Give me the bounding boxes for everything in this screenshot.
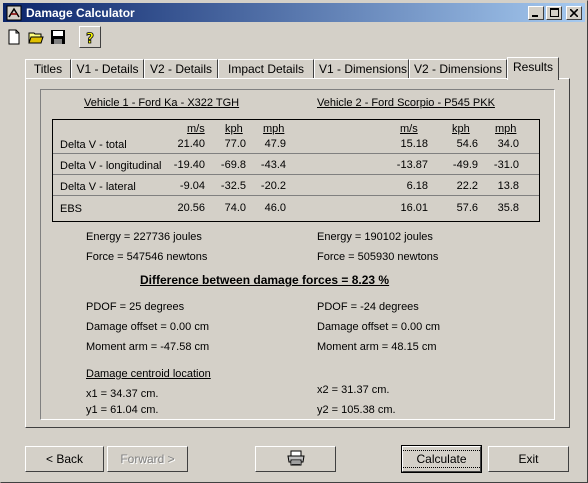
cell-value: 46.0 [264, 202, 286, 214]
minimize-button[interactable] [528, 5, 544, 20]
toolbar: ? [3, 25, 101, 49]
row-label: Delta V - longitudinal [60, 160, 162, 172]
table-row: EBS 20.56 74.0 46.0 16.01 57.6 35.8 [53, 198, 539, 218]
vehicle1-title: Vehicle 1 - Ford Ka - X322 TGH [84, 97, 240, 109]
row-label: EBS [60, 203, 83, 215]
centroid-x2: x2 = 31.37 cm. [317, 384, 390, 396]
table-row: Delta V - longitudinal -19.40 -69.8 -43.… [53, 155, 539, 175]
cell-value: 47.9 [264, 138, 286, 150]
tab-v2-details[interactable]: V2 - Details [144, 59, 218, 79]
cell-value: -19.40 [173, 159, 205, 171]
calculate-button[interactable]: Calculate [401, 445, 482, 473]
cell-value: 35.8 [497, 202, 519, 214]
row-label: Delta V - lateral [60, 181, 136, 193]
centroid-heading: Damage centroid location [86, 368, 211, 380]
v2-moment-arm: Moment arm = 48.15 cm [317, 341, 437, 353]
cell-value: -69.8 [220, 159, 246, 171]
results-panel: Vehicle 1 - Ford Ka - X322 TGH Vehicle 2… [25, 78, 570, 428]
centroid-y2: y2 = 105.38 cm. [317, 404, 396, 416]
forward-button[interactable]: Forward > [107, 446, 188, 472]
save-disk-icon[interactable] [47, 26, 69, 48]
print-button[interactable] [255, 446, 336, 472]
v1-force: Force = 547546 newtons [86, 251, 208, 263]
cell-value: -20.2 [260, 180, 286, 192]
v2-force: Force = 505930 newtons [317, 251, 439, 263]
cell-value: 16.01 [400, 202, 428, 214]
open-folder-icon[interactable] [25, 26, 47, 48]
tab-v2-dimensions[interactable]: V2 - Dimensions [409, 59, 507, 79]
v2-energy: Energy = 190102 joules [317, 231, 433, 243]
cell-value: 77.0 [224, 138, 246, 150]
cell-value: -31.0 [493, 159, 519, 171]
cell-value: 20.56 [177, 202, 205, 214]
window-title: Damage Calculator [26, 5, 135, 20]
tab-results[interactable]: Results [507, 57, 559, 80]
cell-value: 15.18 [400, 138, 428, 150]
v1-energy: Energy = 227736 joules [86, 231, 202, 243]
damage-calculator-window: Damage Calculator ? Titles V1 - Details … [0, 0, 588, 483]
centroid-y1: y1 = 61.04 cm. [86, 404, 159, 416]
tab-v1-dimensions[interactable]: V1 - Dimensions [314, 59, 409, 79]
force-difference: Difference between damage forces = 8.23 … [140, 273, 390, 287]
cell-value: 74.0 [224, 202, 246, 214]
vehicle2-title: Vehicle 2 - Ford Scorpio - P545 PKK [317, 97, 495, 109]
exit-button[interactable]: Exit [488, 446, 569, 472]
tab-titles[interactable]: Titles [25, 59, 71, 79]
cell-value: 54.6 [456, 138, 478, 150]
app-icon [6, 5, 22, 21]
help-icon[interactable]: ? [79, 26, 101, 48]
cell-value: 57.6 [456, 202, 478, 214]
cell-value: -49.9 [452, 159, 478, 171]
close-button[interactable] [566, 5, 582, 20]
cell-value: 21.40 [177, 138, 205, 150]
calculate-label: Calculate [401, 450, 482, 468]
cell-value: 13.8 [497, 180, 519, 192]
results-frame: Vehicle 1 - Ford Ka - X322 TGH Vehicle 2… [40, 89, 555, 420]
cell-value: 34.0 [497, 138, 519, 150]
centroid-x1: x1 = 34.37 cm. [86, 388, 159, 400]
cell-value: -43.4 [260, 159, 286, 171]
v1-pdof: PDOF = 25 degrees [86, 301, 185, 313]
tab-v1-details[interactable]: V1 - Details [71, 59, 144, 79]
cell-value: 22.2 [456, 180, 478, 192]
v2-damage-offset: Damage offset = 0.00 cm [317, 321, 441, 333]
tab-impact-details[interactable]: Impact Details [218, 59, 314, 79]
svg-text:?: ? [86, 31, 94, 45]
v2-pdof: PDOF = -24 degrees [317, 301, 419, 313]
table-row: Delta V - total 21.40 77.0 47.9 15.18 54… [53, 134, 539, 154]
maximize-button[interactable] [546, 5, 562, 20]
cell-value: -9.04 [179, 180, 205, 192]
row-label: Delta V - total [60, 139, 127, 151]
v1-moment-arm: Moment arm = -47.58 cm [86, 341, 210, 353]
title-bar[interactable]: Damage Calculator [3, 3, 585, 22]
cell-value: 6.18 [406, 180, 428, 192]
table-row: Delta V - lateral -9.04 -32.5 -20.2 6.18… [53, 176, 539, 196]
v1-damage-offset: Damage offset = 0.00 cm [86, 321, 210, 333]
cell-value: -32.5 [220, 180, 246, 192]
new-file-icon[interactable] [3, 26, 25, 48]
printer-icon [286, 450, 305, 469]
cell-value: -13.87 [396, 159, 428, 171]
delta-v-table: m/s kph mph m/s kph mph Delta V - total … [52, 119, 540, 222]
back-button[interactable]: < Back [25, 446, 104, 472]
